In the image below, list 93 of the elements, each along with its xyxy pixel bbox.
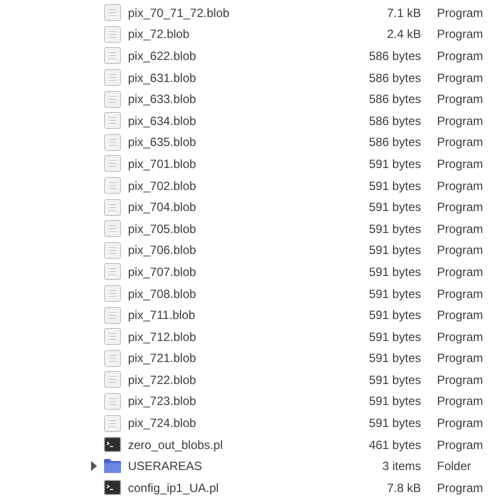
file-size: 591 bytes <box>368 243 422 258</box>
file-size: 586 bytes <box>368 70 422 85</box>
file-type: Program <box>437 286 484 301</box>
file-type: Program <box>437 178 484 193</box>
file-type: Program <box>437 330 484 344</box>
file-name[interactable]: pix_707.blob <box>128 264 317 279</box>
file-type: Program <box>437 264 484 279</box>
file-name[interactable]: pix_633.blob <box>128 92 317 106</box>
file-icon <box>104 26 121 43</box>
file-icon <box>104 4 121 22</box>
file-name[interactable]: pix_635.blob <box>128 135 317 150</box>
terminal-icon <box>104 437 121 452</box>
file-type: Program <box>437 222 484 236</box>
file-size: 591 bytes <box>368 200 422 214</box>
expander-arrow[interactable] <box>91 461 97 472</box>
file-icon <box>104 220 121 238</box>
file-size: 591 bytes <box>368 394 422 408</box>
file-size: 591 bytes <box>368 372 422 387</box>
file-type: Program <box>437 48 484 63</box>
file-type: Program <box>437 70 484 85</box>
file-size: 591 bytes <box>368 308 422 322</box>
file-type: Program <box>437 438 484 452</box>
file-size: 586 bytes <box>368 135 422 150</box>
file-size: 7.1 kB <box>386 6 422 20</box>
file-name[interactable]: pix_712.blob <box>128 330 317 344</box>
file-size: 2.4 kB <box>386 27 422 42</box>
file-icon <box>104 155 121 172</box>
file-icon <box>104 69 121 86</box>
file-name[interactable]: pix_724.blob <box>128 416 317 430</box>
file-icon <box>104 263 121 280</box>
file-icon <box>104 177 121 194</box>
file-type: Program <box>437 394 484 408</box>
file-name[interactable]: pix_70_71_72.blob <box>128 6 317 20</box>
file-size: 591 bytes <box>368 264 422 279</box>
file-name[interactable]: config_ip1_UA.pl <box>128 480 317 495</box>
file-type: Program <box>437 156 484 171</box>
file-size: 591 bytes <box>368 286 422 301</box>
file-icon <box>104 47 121 64</box>
file-type: Program <box>437 351 484 366</box>
file-icon <box>104 350 121 367</box>
file-name[interactable]: pix_711.blob <box>128 308 317 322</box>
file-name[interactable]: pix_622.blob <box>128 48 317 63</box>
file-icon <box>104 392 121 410</box>
folder-icon <box>104 459 121 474</box>
file-icon <box>104 112 121 130</box>
file-size: 586 bytes <box>368 114 422 128</box>
file-icon <box>104 414 121 432</box>
file-type: Folder <box>437 459 472 474</box>
file-name[interactable]: zero_out_blobs.pl <box>128 438 317 452</box>
file-name[interactable]: pix_722.blob <box>128 372 317 387</box>
file-size: 7.8 kB <box>386 480 422 495</box>
file-size: 591 bytes <box>368 330 422 344</box>
file-name[interactable]: pix_631.blob <box>128 70 317 85</box>
file-size: 3 items <box>381 459 422 474</box>
file-type: Program <box>437 27 484 42</box>
file-name[interactable]: USERAREAS <box>128 459 317 474</box>
file-name[interactable]: pix_634.blob <box>128 114 317 128</box>
terminal-icon <box>104 480 121 496</box>
file-size: 591 bytes <box>368 156 422 171</box>
file-icon <box>104 328 121 346</box>
file-icon <box>104 306 121 324</box>
file-name[interactable]: pix_723.blob <box>128 394 317 408</box>
file-size: 591 bytes <box>368 351 422 366</box>
file-name[interactable]: pix_708.blob <box>128 286 317 301</box>
file-size: 461 bytes <box>368 438 422 452</box>
file-name[interactable]: pix_702.blob <box>128 178 317 193</box>
file-type: Program <box>437 480 484 495</box>
file-icon <box>104 90 121 108</box>
file-type: Program <box>437 416 484 430</box>
file-name[interactable]: pix_704.blob <box>128 200 317 214</box>
file-type: Program <box>437 114 484 128</box>
file-size: 591 bytes <box>368 178 422 193</box>
file-type: Program <box>437 372 484 387</box>
file-size: 586 bytes <box>368 48 422 63</box>
file-size: 591 bytes <box>368 222 422 236</box>
file-name[interactable]: pix_721.blob <box>128 351 317 366</box>
file-type: Program <box>437 243 484 258</box>
file-name[interactable]: pix_72.blob <box>128 27 317 42</box>
file-icon <box>104 242 121 259</box>
file-type: Program <box>437 200 484 214</box>
file-icon <box>104 371 121 388</box>
file-type: Program <box>437 6 484 20</box>
file-icon <box>104 134 121 151</box>
file-name[interactable]: pix_701.blob <box>128 156 317 171</box>
file-type: Program <box>437 92 484 106</box>
file-type: Program <box>437 135 484 150</box>
file-size: 591 bytes <box>368 416 422 430</box>
file-name[interactable]: pix_706.blob <box>128 243 317 258</box>
file-name[interactable]: pix_705.blob <box>128 222 317 236</box>
file-size: 586 bytes <box>368 92 422 106</box>
file-icon <box>104 198 121 216</box>
file-icon <box>104 285 121 302</box>
file-type: Program <box>437 308 484 322</box>
